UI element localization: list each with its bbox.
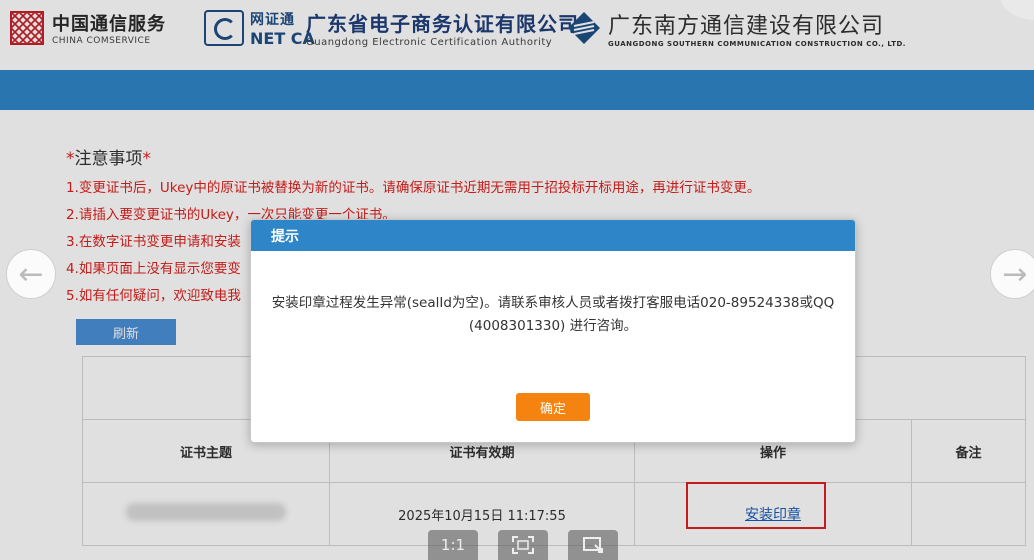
actual-size-button[interactable]: 1:1 bbox=[428, 530, 478, 560]
dialog-title: 提示 bbox=[251, 220, 855, 251]
dialog-message: 安装印章过程发生异常(sealId为空)。请联系审核人员或者拨打客服电话020-… bbox=[251, 292, 855, 338]
crop-button[interactable] bbox=[568, 530, 618, 560]
dialog-message-line1: 安装印章过程发生异常(sealId为空)。请联系审核人员或者拨打客服电话020-… bbox=[271, 295, 835, 311]
crop-icon bbox=[583, 537, 603, 553]
fit-screen-icon bbox=[512, 536, 534, 554]
arrow-right-icon[interactable]: → bbox=[990, 249, 1034, 299]
alert-dialog: 提示 安装印章过程发生异常(sealId为空)。请联系审核人员或者拨打客服电话0… bbox=[250, 219, 856, 443]
ok-button[interactable]: 确定 bbox=[516, 393, 590, 421]
arrow-left-icon[interactable]: ← bbox=[6, 249, 56, 299]
dialog-message-line2: (4008301330) 进行咨询。 bbox=[468, 318, 638, 334]
fit-screen-button[interactable] bbox=[498, 530, 548, 560]
